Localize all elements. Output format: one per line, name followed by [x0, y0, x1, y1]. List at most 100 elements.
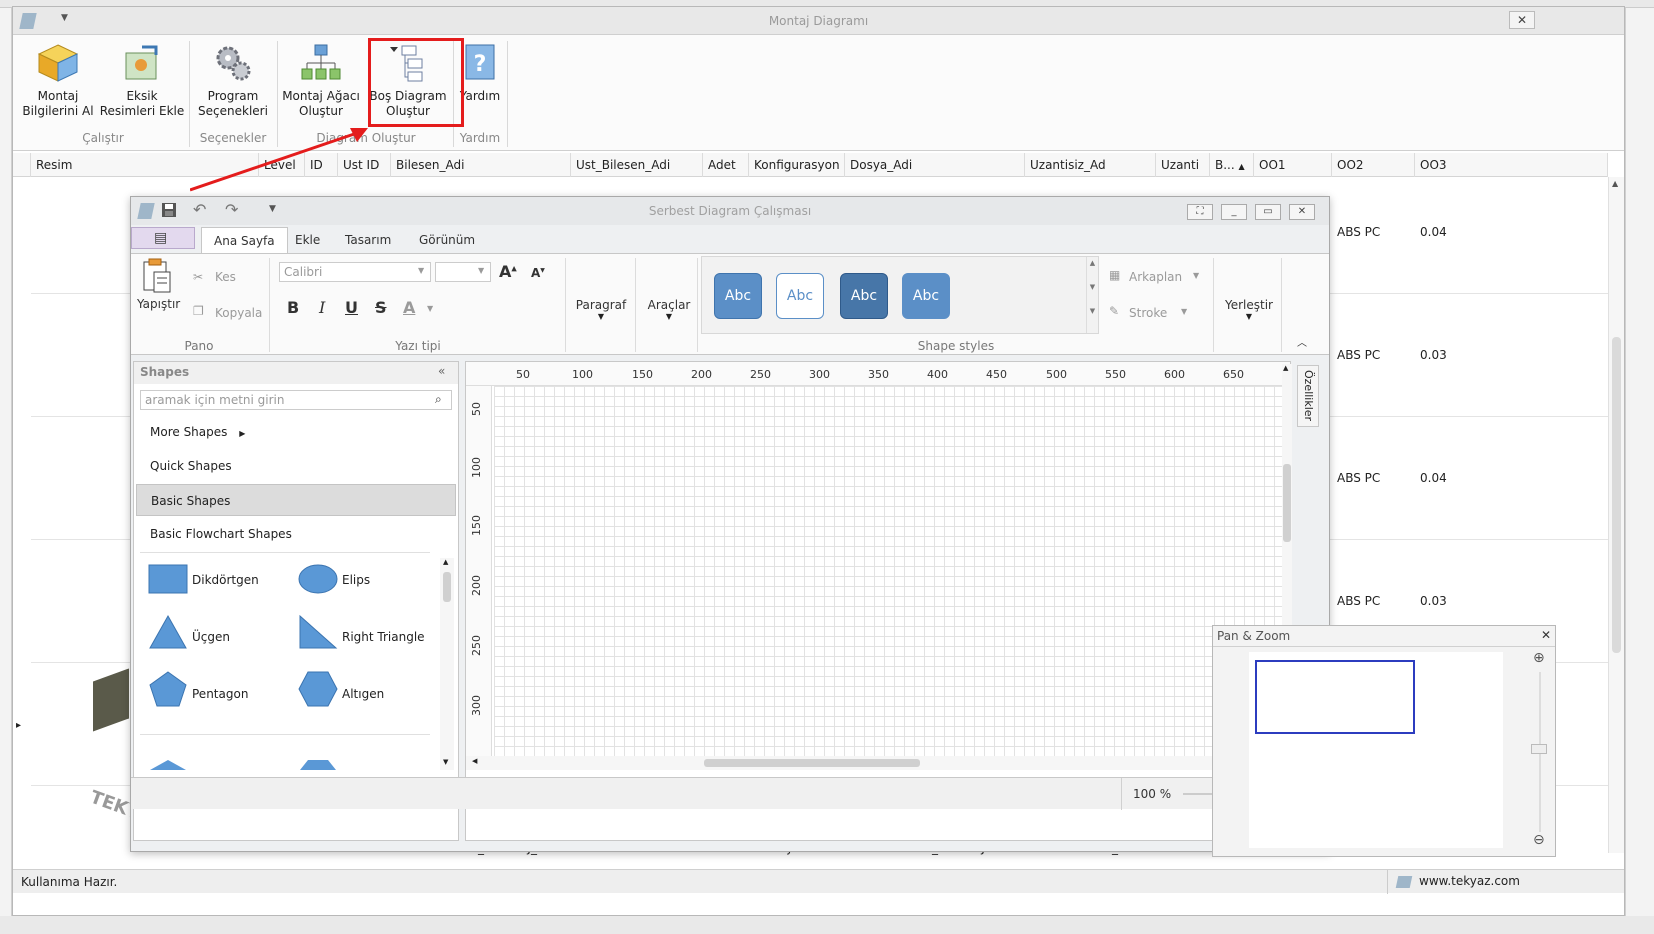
zoom-level[interactable]: 100 % — [1133, 787, 1171, 801]
cut-button[interactable]: Kes — [215, 270, 236, 284]
col-header-b[interactable]: B... ▲ — [1210, 153, 1254, 177]
website-link[interactable]: www.tekyaz.com — [1419, 874, 1520, 888]
category-quick-shapes[interactable]: Quick Shapes — [136, 450, 456, 482]
font-color-button[interactable]: A — [403, 298, 415, 317]
col-header-oo1[interactable]: OO1 — [1254, 153, 1332, 177]
tools-button[interactable]: Araçlar ▼ — [639, 298, 699, 321]
bold-button[interactable]: B — [287, 298, 299, 317]
search-icon[interactable]: ⌕ — [435, 392, 442, 407]
hexagon-shape-icon[interactable] — [298, 670, 338, 708]
zoom-slider[interactable] — [1183, 793, 1213, 795]
scroll-thumb[interactable] — [1283, 464, 1291, 542]
shape-style-2[interactable]: Abc — [776, 273, 824, 319]
shapes-scrollbar[interactable]: ▲ ▼ — [440, 558, 454, 770]
help-icon: ? — [465, 44, 495, 80]
pan-zoom-preview[interactable] — [1249, 652, 1503, 848]
zoom-thumb[interactable] — [1531, 744, 1547, 754]
paragraph-button[interactable]: Paragraf ▼ — [571, 298, 631, 321]
zoom-in-icon[interactable]: ⊕ — [1533, 650, 1545, 666]
pentagon-shape-icon[interactable] — [148, 670, 188, 708]
minimize-button[interactable]: _ — [1221, 204, 1247, 220]
program-secenek-button[interactable]: Program Seçenekleri — [191, 43, 275, 119]
col-header-oo3[interactable]: OO3 — [1415, 153, 1608, 177]
scroll-thumb[interactable] — [443, 572, 451, 602]
grid-scroll-thumb[interactable] — [1612, 337, 1621, 653]
fullscreen-button[interactable]: ⛶ — [1187, 204, 1213, 220]
montaj-agaci-button[interactable]: Montaj Ağacı Oluştur — [279, 43, 363, 119]
grid-cell-oo3[interactable]: 0.04 — [1420, 225, 1447, 239]
arrange-button[interactable]: Yerleştir ▼ — [1217, 298, 1281, 321]
scroll-left-icon[interactable]: ◀ — [472, 757, 477, 765]
col-header-adet[interactable]: Adet — [703, 153, 749, 177]
col-header-oo2[interactable]: OO2 — [1332, 153, 1415, 177]
file-menu-button[interactable]: ▤ — [131, 227, 195, 249]
grow-font-icon[interactable]: A▲ — [499, 262, 517, 281]
shrink-font-icon[interactable]: A▼ — [531, 266, 545, 280]
shapes-search-input[interactable]: aramak için metni girin — [145, 393, 285, 407]
background-button[interactable]: Arkaplan — [1129, 270, 1182, 284]
col-header-ust-bilesen-adi[interactable]: Ust_Bilesen_Adi — [571, 153, 703, 177]
col-header-uzanti[interactable]: Uzanti — [1156, 153, 1210, 177]
grid-cell-oo3[interactable]: 0.04 — [1420, 471, 1447, 485]
col-header-bilesen-adi[interactable]: Bilesen_Adi — [391, 153, 571, 177]
zoom-out-icon[interactable]: ⊖ — [1533, 832, 1545, 848]
row-expand-icon[interactable]: ▸ — [16, 720, 21, 731]
maximize-button[interactable]: ▭ — [1255, 204, 1281, 220]
shape-style-1[interactable]: Abc — [714, 273, 762, 319]
scroll-thumb[interactable] — [704, 759, 920, 767]
diagram-canvas[interactable] — [494, 386, 1282, 756]
col-header-konfigurasyon[interactable]: Konfigurasyon — [749, 153, 845, 177]
category-label: More Shapes — [150, 425, 228, 439]
collapse-panel-icon[interactable]: « — [438, 364, 445, 378]
montaj-bilgi-button[interactable]: Montaj Bilgilerini Al — [19, 43, 97, 119]
copy-button[interactable]: Kopyala — [215, 306, 262, 320]
scroll-up-icon[interactable]: ▲ — [443, 558, 448, 566]
tab-ekle[interactable]: Ekle — [283, 227, 332, 253]
grid-cell-oo3[interactable]: 0.03 — [1420, 594, 1447, 608]
italic-button[interactable]: I — [319, 298, 325, 317]
category-more-shapes[interactable]: More Shapes ▶ — [136, 416, 456, 448]
font-name-select[interactable]: Calibri ▼ — [279, 262, 431, 282]
scroll-down-icon[interactable]: ▼ — [443, 758, 448, 766]
grid-cell-oo2[interactable]: ABS PC — [1337, 348, 1380, 362]
underline-button[interactable]: U — [345, 298, 358, 317]
tab-gorunum[interactable]: Görünüm — [407, 227, 487, 253]
shape-partial-icon[interactable] — [298, 758, 338, 770]
ellipse-shape-icon[interactable] — [298, 564, 338, 594]
stroke-icon: ✎ — [1109, 304, 1120, 318]
category-basic-shapes[interactable]: Basic Shapes — [136, 484, 456, 516]
diagram-close-button[interactable]: ✕ — [1289, 204, 1315, 220]
canvas-horizontal-scrollbar[interactable]: ◀ — [466, 756, 1290, 770]
grid-cell-oo3[interactable]: 0.03 — [1420, 348, 1447, 362]
grid-cell-oo2[interactable]: ABS PC — [1337, 594, 1380, 608]
category-basic-flowchart[interactable]: Basic Flowchart Shapes — [136, 518, 456, 550]
font-size-select[interactable]: ▼ — [435, 262, 491, 282]
shape-style-3[interactable]: Abc — [840, 273, 888, 319]
eksik-resim-button[interactable]: Eksik Resimleri Ekle — [97, 43, 187, 119]
status-separator — [1387, 870, 1388, 894]
viewport-rectangle[interactable] — [1255, 660, 1415, 734]
grid-cell-oo2[interactable]: ABS PC — [1337, 225, 1380, 239]
gallery-scroll[interactable]: ▲ ▼ ▼ — [1086, 257, 1098, 333]
paste-button[interactable]: Yapıştır — [137, 258, 180, 311]
tab-ana-sayfa[interactable]: Ana Sayfa — [201, 227, 288, 253]
shape-partial-icon[interactable] — [148, 758, 188, 770]
shape-style-4[interactable]: Abc — [902, 273, 950, 319]
strikethrough-button[interactable]: S — [375, 298, 387, 317]
collapse-ribbon-icon[interactable]: ︿ — [1297, 334, 1307, 349]
tab-tasarim[interactable]: Tasarım — [333, 227, 403, 253]
shapes-search-box[interactable]: aramak için metni girin ⌕ — [140, 390, 452, 410]
scroll-up-icon[interactable]: ▲ — [1283, 364, 1288, 372]
col-header-uzantisiz-ad[interactable]: Uzantisiz_Ad — [1025, 153, 1156, 177]
col-header-dosya-adi[interactable]: Dosya_Adi — [845, 153, 1025, 177]
scroll-up-icon[interactable]: ▲ — [1612, 179, 1618, 188]
triangle-shape-icon[interactable] — [148, 614, 188, 650]
shape-label-triangle: Üçgen — [192, 630, 230, 644]
pan-zoom-close-icon[interactable]: ✕ — [1541, 628, 1551, 642]
stroke-button[interactable]: Stroke — [1129, 306, 1167, 320]
grid-cell-oo2[interactable]: ABS PC — [1337, 471, 1380, 485]
main-close-button[interactable]: ✕ — [1509, 11, 1535, 29]
rectangle-shape-icon[interactable] — [148, 564, 188, 594]
properties-side-tab[interactable]: Özellikler — [1297, 365, 1319, 427]
right-triangle-shape-icon[interactable] — [298, 614, 338, 650]
